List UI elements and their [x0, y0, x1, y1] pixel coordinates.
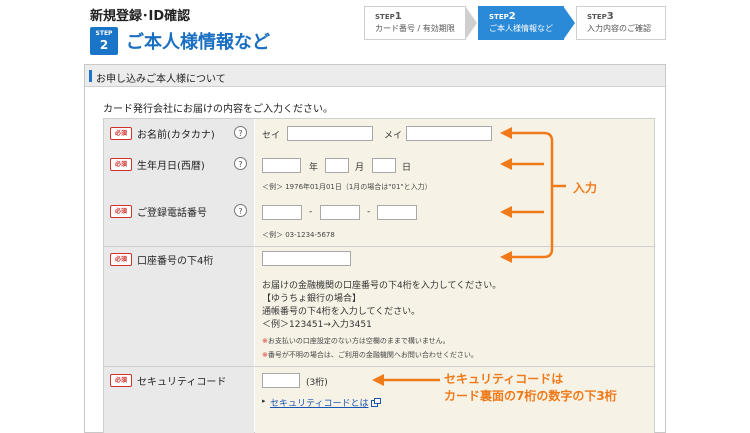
security-code-help-link[interactable]: セキュリティコードとは — [270, 396, 368, 409]
account-desc: ＜例＞123451→入力3451 — [262, 320, 372, 330]
sei-input[interactable] — [287, 126, 373, 141]
step-1: STEP1 カード番号 / 有効期限 — [364, 6, 466, 40]
step-3-text: 入力内容のご確認 — [587, 24, 651, 33]
day-unit: 日 — [402, 163, 412, 173]
phone-label: ご登録電話番号 — [137, 208, 207, 219]
step-1-arrow — [465, 6, 477, 40]
year-unit: 年 — [309, 163, 319, 173]
account-desc: 通帳番号の下4桁を入力してください。 — [262, 307, 421, 317]
required-badge: 必須 — [110, 158, 132, 171]
step-1-text: カード番号 / 有効期限 — [375, 24, 455, 33]
required-badge: 必須 — [110, 374, 132, 387]
security-code-input[interactable] — [262, 373, 300, 388]
step-badge-label: STEP — [95, 30, 113, 37]
step-3: STEP3 入力内容のご確認 — [576, 6, 666, 40]
step-1-label: STEP — [375, 13, 395, 21]
callout-security-line1: セキュリティコードは — [444, 372, 564, 386]
step-2-arrow — [563, 6, 575, 40]
panel-header: お申し込みご本人様について — [85, 65, 665, 87]
link-bullet: ▸ — [262, 397, 266, 405]
birth-month-input[interactable] — [325, 158, 349, 173]
note-text: お支払いの口座設定のない方は空欄のままで構いません。 — [267, 337, 450, 345]
account-note: ※お支払いの口座設定のない方は空欄のままで構いません。 — [262, 336, 450, 346]
step-2-text: ご本人様情報など — [489, 24, 553, 33]
required-badge: 必須 — [110, 253, 132, 266]
step-1-number: 1 — [394, 11, 402, 22]
name-label: お名前(カタカナ) — [137, 130, 215, 141]
step-badge-number: 2 — [99, 38, 109, 52]
help-icon[interactable]: ? — [234, 157, 247, 170]
phone-part3-input[interactable] — [377, 205, 417, 220]
step-3-number: 3 — [606, 11, 614, 22]
step-3-label: STEP — [587, 13, 607, 21]
phone-part2-input[interactable] — [320, 205, 360, 220]
birth-year-input[interactable] — [262, 158, 301, 173]
step-indicator: STEP1 カード番号 / 有効期限 STEP2 ご本人様情報など STEP3 … — [364, 6, 666, 40]
step-2: STEP2 ご本人様情報など — [478, 6, 564, 40]
form-intro: カード発行会社にお届けの内容をご入力ください。 — [103, 104, 333, 115]
account-desc: 【ゆうちょ銀行の場合】 — [262, 294, 362, 304]
note-text: 番号が不明の場合は、ご利用の金融機関へお問い合わせください。 — [267, 351, 478, 359]
callout-security-line2: カード裏面の7桁の数字の下3桁 — [444, 389, 617, 403]
step-2-number: 2 — [508, 11, 516, 22]
panel-header-bar — [89, 70, 92, 82]
birth-day-input[interactable] — [372, 158, 396, 173]
callout-input: 入力 — [573, 181, 598, 195]
panel-heading: お申し込みご本人様について — [96, 74, 226, 85]
birthday-example: ＜例＞ 1976年01月01日（1月の場合は"01"と入力） — [262, 183, 432, 191]
phone-example: ＜例＞ 03-1234-5678 — [262, 231, 335, 239]
phone-dash: - — [309, 207, 313, 217]
month-unit: 月 — [355, 163, 365, 173]
account-desc: お届けの金融機関の口座番号の下4桁を入力してください。 — [262, 281, 502, 291]
help-icon[interactable]: ? — [234, 126, 247, 139]
row-separator — [104, 246, 654, 247]
sei-label: セイ — [262, 131, 281, 141]
page-title: 新規登録･ID確認 — [90, 9, 191, 24]
account-label: 口座番号の下4桁 — [137, 256, 214, 267]
required-badge: 必須 — [110, 127, 132, 140]
help-icon[interactable]: ? — [234, 204, 247, 217]
phone-dash: - — [367, 207, 371, 217]
account-note: ※番号が不明の場合は、ご利用の金融機関へお問い合わせください。 — [262, 350, 478, 360]
row-separator — [104, 366, 654, 367]
section-heading: ご本人様情報など — [126, 32, 270, 53]
mei-label: メイ — [384, 131, 403, 141]
phone-part1-input[interactable] — [262, 205, 302, 220]
account-last4-input[interactable] — [262, 251, 351, 266]
security-label: セキュリティコード — [137, 377, 227, 388]
external-window-icon — [371, 398, 381, 410]
step-badge: STEP 2 — [90, 27, 118, 55]
required-badge: 必須 — [110, 205, 132, 218]
birthday-label: 生年月日(西暦) — [137, 161, 205, 172]
mei-input[interactable] — [406, 126, 492, 141]
step-2-label: STEP — [489, 13, 509, 21]
security-digits: (3桁) — [306, 378, 328, 388]
